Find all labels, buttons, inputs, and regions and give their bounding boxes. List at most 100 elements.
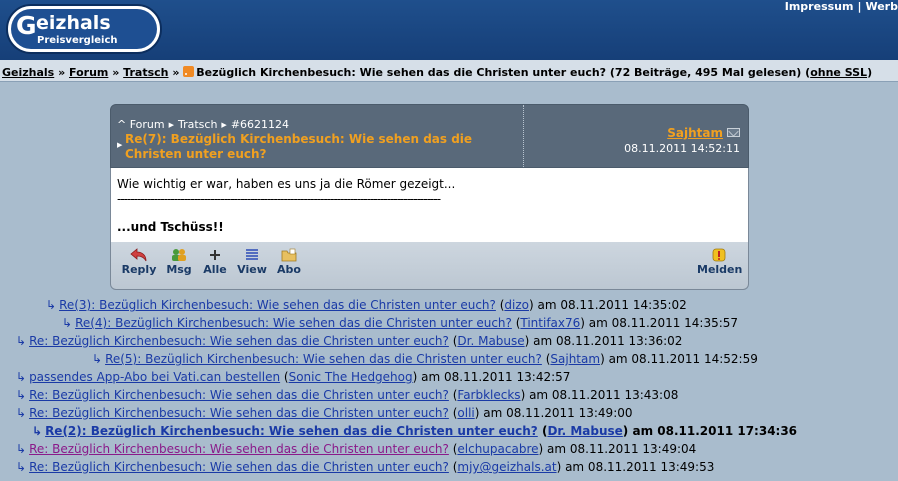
rss-icon[interactable] — [183, 66, 195, 77]
thread-row: ↳ Re(5): Bezüglich Kirchenbesuch: Wie seh… — [92, 352, 758, 366]
reply-icon — [130, 248, 147, 262]
thread-row-date: am 08.11.2011 13:49:53 — [565, 460, 715, 474]
thread-row-author[interactable]: mjy@geizhals.at — [457, 460, 556, 474]
site-header: G eizhals Preisvergleich Impressum | Werb — [0, 0, 898, 60]
thread-row-date: am 08.11.2011 14:52:59 — [608, 352, 758, 366]
post-text-rule: ----------------------------------------… — [117, 192, 441, 206]
reply-arrow-icon: ↳ — [16, 442, 27, 456]
author-link[interactable]: Sajhtam — [667, 126, 723, 140]
post-date: 08.11.2011 14:52:11 — [624, 142, 740, 155]
triangle-right-icon: ▶ — [117, 141, 123, 149]
thread-row: ↳ Re: Bezüglich Kirchenbesuch: Wie sehen … — [16, 460, 715, 474]
thread-row-title[interactable]: Re: Bezüglich Kirchenbesuch: Wie sehen d… — [29, 406, 449, 420]
thread-row-title[interactable]: Re(3): Bezüglich Kirchenbesuch: Wie sehe… — [59, 298, 496, 312]
up-link[interactable]: ^ — [117, 118, 126, 131]
thread-row: ↳ Re: Bezüglich Kirchenbesuch: Wie sehen … — [16, 406, 633, 420]
alle-label: Alle — [203, 263, 227, 276]
thread-row-title[interactable]: Re: Bezüglich Kirchenbesuch: Wie sehen d… — [29, 334, 449, 348]
triangle-right-icon: ▶ — [168, 121, 174, 129]
reply-button[interactable]: Reply — [119, 248, 159, 276]
thread-row-date: am 08.11.2011 13:49:04 — [547, 442, 697, 456]
breadcrumb-forum[interactable]: Forum — [69, 66, 108, 79]
thread-row-author[interactable]: Dr. Mabuse — [457, 334, 524, 348]
top-links-separator: | — [857, 0, 862, 13]
warning-icon — [712, 248, 726, 262]
svg-text:G: G — [16, 11, 37, 40]
thread-row-title[interactable]: passendes App-Abo bei Vati.can bestellen — [29, 370, 280, 384]
thread-row: ↳ Re(3): Bezüglich Kirchenbesuch: Wie seh… — [46, 298, 687, 312]
melden-button[interactable]: Melden — [697, 248, 742, 276]
reply-arrow-icon: ↳ — [16, 370, 27, 384]
reply-arrow-icon: ↳ — [16, 334, 27, 348]
thread-row-date: am 08.11.2011 13:42:57 — [421, 370, 571, 384]
thread-row: ↳ Re(4): Bezüglich Kirchenbesuch: Wie seh… — [62, 316, 739, 330]
impressum-link[interactable]: Impressum — [785, 0, 854, 13]
reply-arrow-icon: ↳ — [16, 406, 27, 420]
thread-row-author[interactable]: dizo — [504, 298, 529, 312]
thread-row-author[interactable]: olli — [457, 406, 474, 420]
thread-row-date: am 08.11.2011 14:35:02 — [537, 298, 687, 312]
reply-arrow-icon: ↳ — [62, 316, 73, 330]
werbung-link[interactable]: Werb — [865, 0, 898, 13]
reply-arrow-icon: ↳ — [16, 388, 27, 402]
breadcrumb-section[interactable]: Tratsch — [123, 66, 168, 79]
nav-post-id[interactable]: #6621124 — [231, 118, 289, 131]
abo-label: Abo — [277, 263, 301, 276]
thread-row: ↳ Re: Bezüglich Kirchenbesuch: Wie sehen … — [16, 442, 697, 456]
breadcrumb-sep: » — [112, 66, 120, 79]
thread-row-current: ↳ Re(2): Bezüglich Kirchenbesuch: Wie seh… — [32, 424, 798, 438]
post-title: Re(7): Bezüglich Kirchenbesuch: Wie sehe… — [125, 132, 473, 161]
msg-button[interactable]: Msg — [159, 248, 199, 276]
thread-row-title[interactable]: Re(5): Bezüglich Kirchenbesuch: Wie sehe… — [105, 352, 542, 366]
thread-row-author[interactable]: Sonic The Hedgehog — [289, 370, 413, 384]
msg-label: Msg — [166, 263, 192, 276]
thread-row-date: am 08.11.2011 14:35:57 — [588, 316, 739, 330]
thread-row-date: am 08.11.2011 17:34:36 — [632, 424, 798, 438]
view-button[interactable]: View — [232, 248, 272, 276]
thread-row-author[interactable]: Farbklecks — [457, 388, 520, 402]
thread-row-title[interactable]: Re(4): Bezüglich Kirchenbesuch: Wie sehe… — [75, 316, 512, 330]
nav-section[interactable]: Tratsch — [178, 118, 217, 131]
thread-row-author[interactable]: Sajhtam — [550, 352, 600, 366]
post-card: ^ Forum ▶ Tratsch ▶ #6621124 ▶ Re(7): Bezügl… — [110, 104, 749, 290]
triangle-right-icon: ▶ — [221, 121, 227, 129]
thread-row-author[interactable]: Tintifax76 — [520, 316, 580, 330]
thread-row-author[interactable]: Dr. Mabuse — [547, 424, 622, 438]
thread-row-title[interactable]: Re(2): Bezüglich Kirchenbesuch: Wie sehe… — [45, 424, 538, 438]
view-label: View — [237, 263, 267, 276]
mail-icon[interactable] — [727, 128, 740, 137]
post-toolbar: Reply Msg Alle View Abo Melden — [110, 242, 749, 290]
post-header: ^ Forum ▶ Tratsch ▶ #6621124 ▶ Re(7): Bezügl… — [110, 104, 749, 168]
ohne-ssl-link[interactable]: ohne SSL — [810, 66, 867, 79]
reply-arrow-icon: ↳ — [46, 298, 57, 312]
folder-icon — [281, 248, 297, 262]
breadcrumb-sep: » — [58, 66, 66, 79]
thread-row: ↳ Re: Bezüglich Kirchenbesuch: Wie sehen … — [16, 388, 679, 402]
post-author-block: Sajhtam 08.11.2011 14:52:11 — [624, 126, 740, 155]
plus-icon — [210, 250, 220, 260]
abo-button[interactable]: Abo — [269, 248, 309, 276]
svg-text:eizhals: eizhals — [36, 12, 111, 34]
breadcrumb-thread-title: Bezüglich Kirchenbesuch: Wie sehen das d… — [196, 66, 802, 79]
reply-arrow-icon: ↳ — [32, 424, 43, 438]
reply-label: Reply — [121, 263, 157, 276]
post-text-line: Wie wichtig er war, haben es uns ja die … — [117, 177, 456, 191]
breadcrumb-home[interactable]: Geizhals — [2, 66, 54, 79]
thread-row-title[interactable]: Re: Bezüglich Kirchenbesuch: Wie sehen d… — [29, 442, 449, 456]
nav-forum[interactable]: Forum — [130, 118, 165, 131]
post-nav: ^ Forum ▶ Tratsch ▶ #6621124 — [117, 118, 289, 131]
thread-row: ↳ passendes App-Abo bei Vati.can bestelle… — [16, 370, 571, 384]
thread-row-title[interactable]: Re: Bezüglich Kirchenbesuch: Wie sehen d… — [29, 460, 449, 474]
reply-arrow-icon: ↳ — [16, 460, 27, 474]
reply-arrow-icon: ↳ — [92, 352, 103, 366]
ssl-paren-close: ) — [867, 66, 873, 79]
thread-row-author[interactable]: elchupacabre — [457, 442, 538, 456]
thread-row-date: am 08.11.2011 13:43:08 — [529, 388, 679, 402]
thread-row-title[interactable]: Re: Bezüglich Kirchenbesuch: Wie sehen d… — [29, 388, 449, 402]
top-links: Impressum | Werb — [785, 0, 898, 13]
thread-row-date: am 08.11.2011 13:36:02 — [533, 334, 683, 348]
geizhals-logo[interactable]: G eizhals Preisvergleich — [6, 4, 162, 54]
alle-button[interactable]: Alle — [195, 248, 235, 276]
users-icon — [172, 249, 186, 261]
thread-row: ↳ Re: Bezüglich Kirchenbesuch: Wie sehen … — [16, 334, 683, 348]
